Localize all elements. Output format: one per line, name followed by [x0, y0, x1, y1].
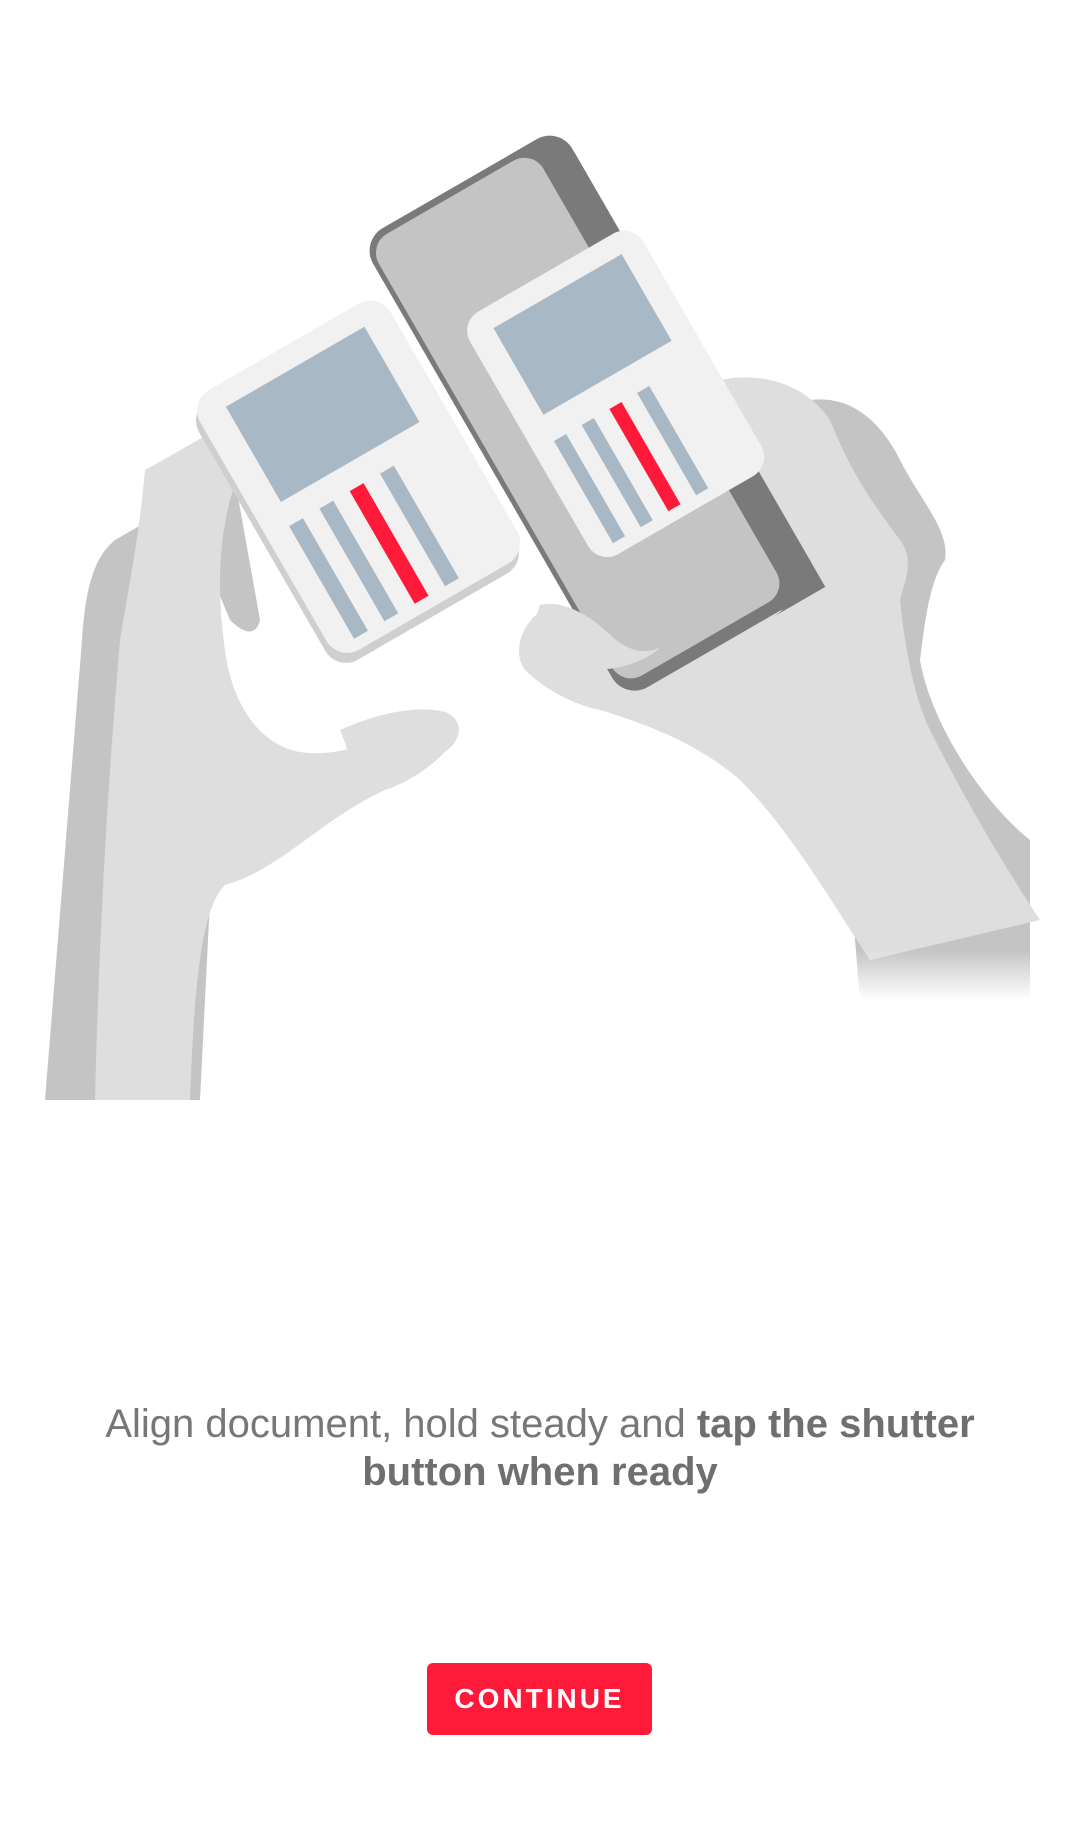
instruction-normal: Align document, hold steady and	[105, 1402, 697, 1446]
instruction-text: Align document, hold steady and tap the …	[40, 1400, 1040, 1496]
document-scan-illustration	[30, 135, 1080, 1140]
continue-button[interactable]: CONTINUE	[427, 1663, 652, 1735]
